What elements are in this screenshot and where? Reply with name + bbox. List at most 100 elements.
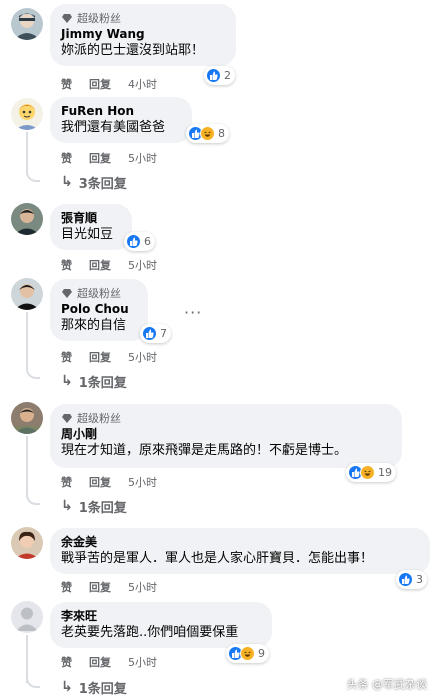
comment-text: 目光如豆 xyxy=(61,227,114,242)
avatar[interactable] xyxy=(11,402,43,434)
avatar[interactable] xyxy=(11,278,43,310)
thread-line xyxy=(26,132,28,172)
like-button[interactable]: 赞 xyxy=(61,349,72,365)
thread-line xyxy=(26,312,28,370)
comment-actions: 赞 回复 5小时 xyxy=(61,579,157,595)
thread-curve xyxy=(26,170,40,182)
timestamp[interactable]: 5小时 xyxy=(128,257,157,273)
reaction-count: 19 xyxy=(378,466,392,479)
avatar[interactable] xyxy=(11,527,43,559)
comment-bubble: FuRen Hon 我們還有美國爸爸 xyxy=(50,97,192,143)
comment-bubble: 超级粉丝 Jimmy Wang 妳派的巴士還沒到站耶！ xyxy=(50,4,236,66)
reply-button[interactable]: 回复 xyxy=(89,474,111,490)
reply-arrow-icon: ↳ xyxy=(61,373,73,389)
like-reaction-icon xyxy=(126,234,141,249)
reply-arrow-icon: ↳ xyxy=(61,498,73,514)
thread-line xyxy=(26,436,28,496)
commenter-name[interactable]: 李來旺 xyxy=(61,608,260,624)
diamond-icon xyxy=(62,13,72,23)
reply-button[interactable]: 回复 xyxy=(89,76,111,92)
thread-curve xyxy=(26,676,40,688)
commenter-name[interactable]: Polo Chou xyxy=(61,301,136,317)
comment-bubble: 超级粉丝 周小剛 現在才知道，原來飛彈是走馬路的！不虧是博士。 xyxy=(50,404,402,468)
diamond-icon xyxy=(62,288,72,298)
top-fan-badge: 超级粉丝 xyxy=(61,10,224,25)
timestamp[interactable]: 5小时 xyxy=(128,150,157,166)
commenter-name[interactable]: 張育順 xyxy=(61,210,120,226)
replies-label: 3条回复 xyxy=(78,176,127,192)
comment-text: 老英要先落跑..你們咱個要保重 xyxy=(61,625,239,640)
reaction-count: 7 xyxy=(160,327,167,340)
reaction-count: 6 xyxy=(144,235,151,248)
haha-reaction-icon xyxy=(200,126,215,141)
like-button[interactable]: 赞 xyxy=(61,76,72,92)
commenter-name[interactable]: 周小剛 xyxy=(61,426,390,442)
commenter-name[interactable]: FuRen Hon xyxy=(61,103,180,119)
view-replies-link[interactable]: ↳ 1条回复 xyxy=(61,372,127,391)
reply-button[interactable]: 回复 xyxy=(89,349,111,365)
like-button[interactable]: 赞 xyxy=(61,654,72,670)
view-replies-link[interactable]: ↳ 3条回复 xyxy=(61,173,127,192)
timestamp[interactable]: 5小时 xyxy=(128,579,157,595)
reaction-summary[interactable]: 6 xyxy=(124,232,155,251)
avatar[interactable] xyxy=(11,601,43,633)
comment-bubble: 張育順 目光如豆 xyxy=(50,204,132,250)
comment-bubble: 余金美 戰爭苦的是軍人．軍人也是人家心肝寶貝．怎能出事！ xyxy=(50,528,430,574)
reaction-count: 9 xyxy=(258,647,265,660)
comment-actions: 赞 回复 5小时 xyxy=(61,150,157,166)
comment-bubble: 李來旺 老英要先落跑..你們咱個要保重 xyxy=(50,602,272,648)
like-button[interactable]: 赞 xyxy=(61,150,72,166)
comment-actions: 赞 回复 5小时 xyxy=(61,349,157,365)
top-fan-badge: 超级粉丝 xyxy=(61,285,136,300)
comment-bubble: 超级粉丝 Polo Chou 那來的自信 xyxy=(50,279,148,341)
reaction-count: 2 xyxy=(224,69,231,82)
replies-label: 1条回复 xyxy=(78,500,127,516)
top-fan-badge: 超级粉丝 xyxy=(61,410,390,425)
reply-button[interactable]: 回复 xyxy=(89,150,111,166)
like-reaction-icon xyxy=(206,68,221,83)
reaction-summary[interactable]: 2 xyxy=(204,66,235,85)
comment-actions: 赞 回复 5小时 xyxy=(61,654,157,670)
commenter-name[interactable]: Jimmy Wang xyxy=(61,26,224,42)
timestamp[interactable]: 5小时 xyxy=(128,654,157,670)
like-button[interactable]: 赞 xyxy=(61,579,72,595)
like-button[interactable]: 赞 xyxy=(61,474,72,490)
reply-arrow-icon: ↳ xyxy=(61,174,73,190)
diamond-icon xyxy=(62,413,72,423)
reply-button[interactable]: 回复 xyxy=(89,654,111,670)
comment-actions: 赞 回复 4小时 xyxy=(61,76,157,92)
thread-curve xyxy=(26,367,40,379)
comment-text: 戰爭苦的是軍人．軍人也是人家心肝寶貝．怎能出事！ xyxy=(61,551,374,566)
reaction-summary[interactable]: 19 xyxy=(346,463,396,482)
timestamp[interactable]: 5小时 xyxy=(128,349,157,365)
replies-label: 1条回复 xyxy=(78,681,127,697)
reaction-summary[interactable]: 3 xyxy=(396,570,427,589)
view-replies-link[interactable]: ↳ 1条回复 xyxy=(61,678,127,697)
haha-reaction-icon xyxy=(240,646,255,661)
comment-actions: 赞 回复 5小时 xyxy=(61,474,157,490)
comment-text: 現在才知道，原來飛彈是走馬路的！不虧是博士。 xyxy=(61,443,348,458)
haha-reaction-icon xyxy=(360,465,375,480)
comment-text: 我們還有美國爸爸 xyxy=(61,120,166,135)
avatar[interactable] xyxy=(11,98,43,130)
view-replies-link[interactable]: ↳ 1条回复 xyxy=(61,497,127,516)
timestamp[interactable]: 5小时 xyxy=(128,474,157,490)
reaction-summary[interactable]: 8 xyxy=(186,124,229,143)
reply-arrow-icon: ↳ xyxy=(61,679,73,695)
reply-button[interactable]: 回复 xyxy=(89,257,111,273)
reaction-summary[interactable]: 7 xyxy=(140,324,171,343)
commenter-name[interactable]: 余金美 xyxy=(61,534,418,550)
reaction-summary[interactable]: 9 xyxy=(226,644,269,663)
replies-label: 1条回复 xyxy=(78,375,127,391)
reaction-count: 8 xyxy=(218,127,225,140)
more-options-button[interactable]: ··· xyxy=(184,303,202,322)
like-reaction-icon xyxy=(142,326,157,341)
comment-actions: 赞 回复 5小时 xyxy=(61,257,157,273)
thread-curve xyxy=(26,493,40,505)
like-button[interactable]: 赞 xyxy=(61,257,72,273)
comment-text: 那來的自信 xyxy=(61,318,127,333)
reply-button[interactable]: 回复 xyxy=(89,579,111,595)
timestamp[interactable]: 4小时 xyxy=(128,76,157,92)
avatar[interactable] xyxy=(11,203,43,235)
avatar[interactable] xyxy=(11,8,43,40)
